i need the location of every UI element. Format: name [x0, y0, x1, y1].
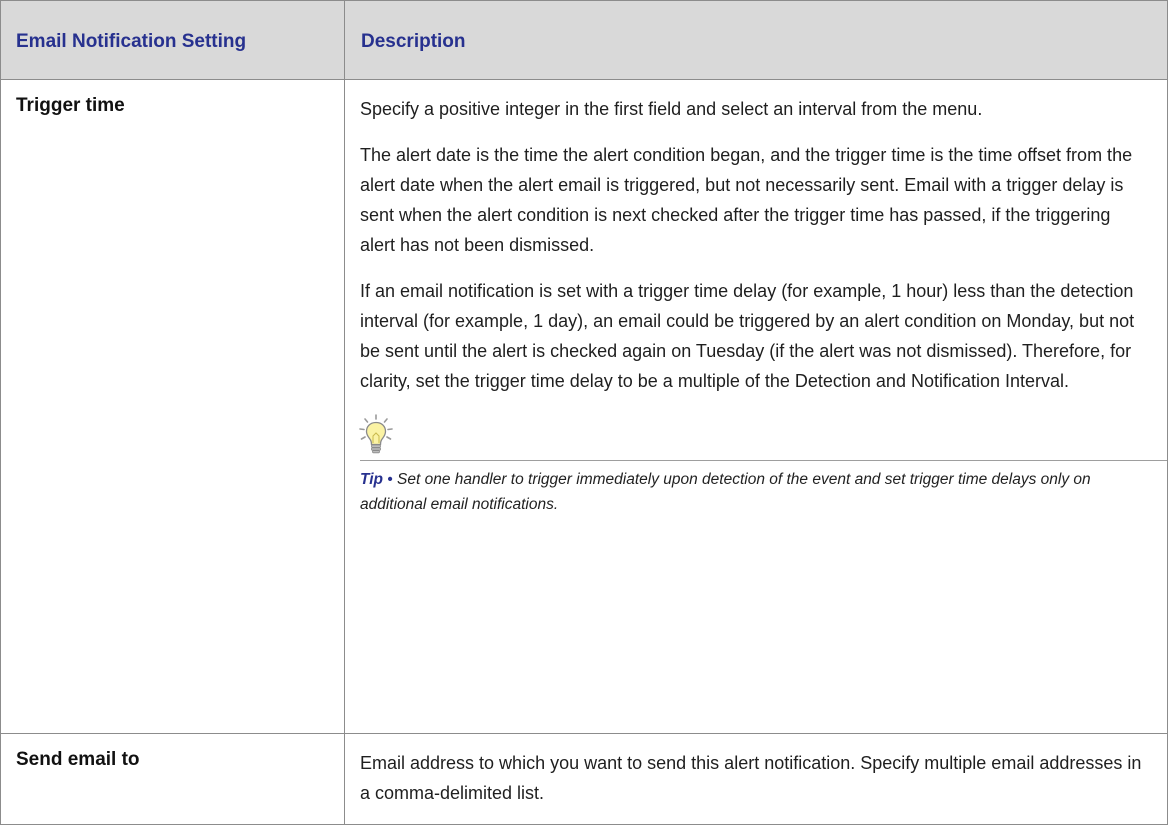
lightbulb-icon: [359, 414, 393, 454]
table-row-trigger-time: Trigger time Specify a positive integer …: [0, 79, 1168, 734]
setting-name-trigger-time: Trigger time: [16, 95, 125, 116]
tip-label: Tip: [360, 471, 383, 488]
description-cell: Email address to which you want to send …: [344, 733, 1168, 825]
description-paragraph: The alert date is the time the alert con…: [360, 145, 1133, 255]
setting-name-send-email-to: Send email to: [16, 749, 140, 770]
header-cell-setting: Email Notification Setting: [0, 0, 345, 80]
tip-body: Set one handler to trigger immediately u…: [360, 471, 1091, 513]
header-description: Description: [361, 30, 466, 52]
table-header-row: Email Notification Setting Description: [0, 0, 1168, 80]
description-paragraph: If an email notification is set with a t…: [360, 281, 1135, 391]
tip-text: Tip • Set one handler to trigger immedia…: [360, 467, 1147, 517]
description-paragraph: Specify a positive integer in the first …: [360, 99, 983, 119]
setting-cell: Send email to: [0, 733, 345, 825]
header-cell-description: Description: [344, 0, 1168, 80]
tip-bullet: •: [387, 471, 393, 488]
tip-divider: [360, 460, 1167, 461]
setting-cell: Trigger time: [0, 79, 345, 734]
table-row-send-email-to: Send email to Email address to which you…: [0, 733, 1168, 825]
tip-note: Tip • Set one handler to trigger immedia…: [359, 414, 1167, 535]
description-paragraph: Email address to which you want to send …: [360, 753, 1142, 803]
header-setting: Email Notification Setting: [16, 30, 247, 52]
description-cell: Specify a positive integer in the first …: [344, 79, 1168, 734]
settings-table: Email Notification Setting Description T…: [0, 0, 1168, 825]
